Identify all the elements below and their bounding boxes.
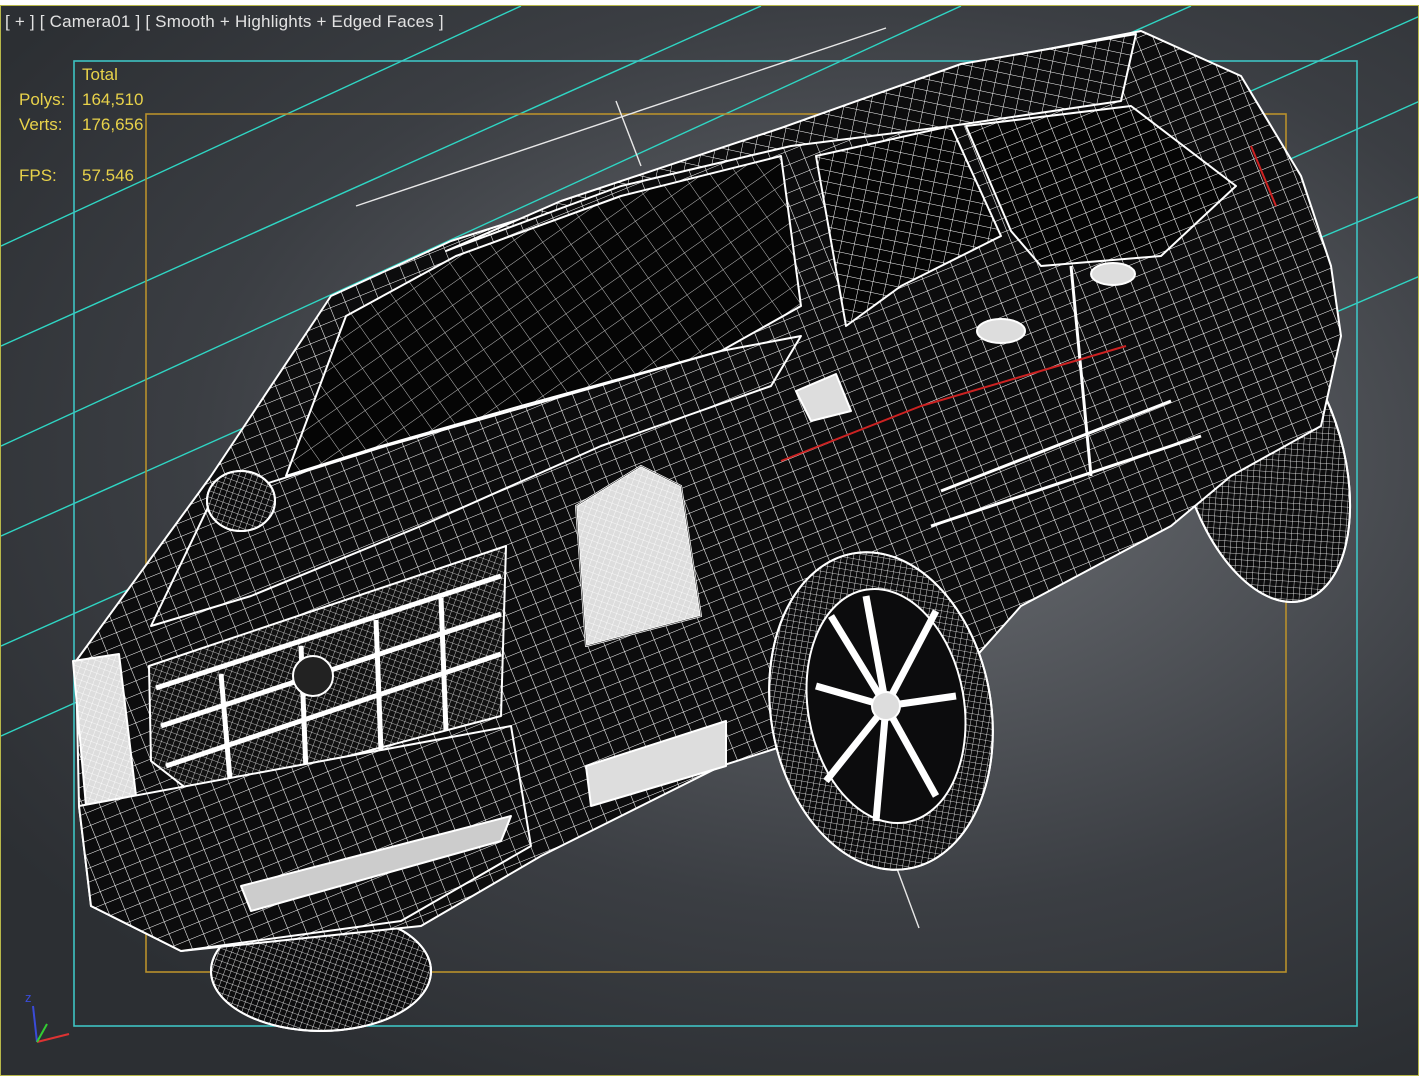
axis-z-label: z [25,990,32,1005]
verts-label: Verts: [19,115,63,134]
verts-value: 176,656 [82,115,144,134]
polys-label: Polys: [19,90,66,109]
viewport-scene[interactable] [1,6,1419,1076]
polys-value: 164,510 [82,90,144,109]
fps-value: 57.546 [82,166,134,185]
fps-label: FPS: [19,166,57,185]
grille-emblem [292,655,334,697]
axis-tripod-icon: z [25,990,70,1043]
door-handle-rear [1090,262,1136,286]
car-wireframe-model[interactable] [72,30,1381,1032]
stats-header: Total [82,65,118,84]
camera-viewport[interactable]: [ + ] [ Camera01 ] [ Smooth + Highlights… [0,5,1419,1076]
door-handle-front [976,318,1026,344]
viewport-label-menu[interactable]: [ + ] [ Camera01 ] [ Smooth + Highlights… [5,12,444,32]
